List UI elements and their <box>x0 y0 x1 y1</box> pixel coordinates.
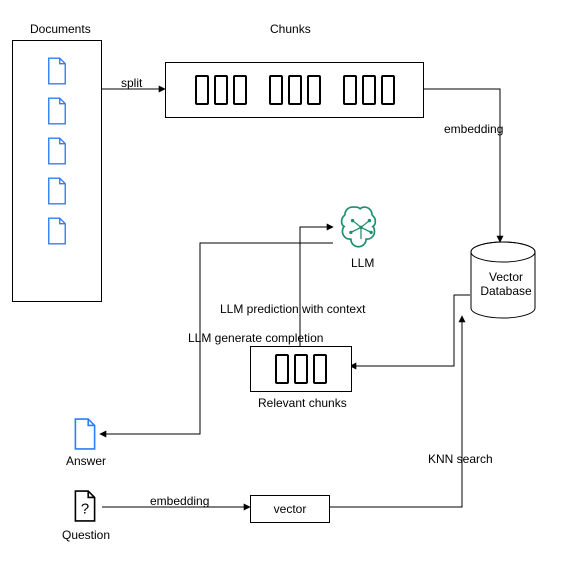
llm-gen-label: LLM generate completion <box>188 331 323 345</box>
chunk-group <box>269 75 321 105</box>
edge-db-to-chunks <box>350 295 470 366</box>
question-label: Question <box>62 528 110 542</box>
chunks-label: Chunks <box>270 22 311 36</box>
vector-db-label: Vector Database <box>480 270 532 299</box>
answer-document-icon <box>72 418 98 450</box>
llm-label: LLM <box>351 256 374 270</box>
chunk-group <box>275 354 327 384</box>
relevant-chunks-label: Relevant chunks <box>258 396 347 410</box>
chunks-box <box>165 62 424 118</box>
document-icon <box>46 177 68 205</box>
svg-text:?: ? <box>81 500 89 517</box>
document-icon <box>46 97 68 125</box>
embedding-bottom-label: embedding <box>150 494 209 508</box>
document-icon <box>46 217 68 245</box>
chunk-group <box>195 75 247 105</box>
document-icon <box>46 137 68 165</box>
edge-embedding-top <box>422 89 500 242</box>
edge-knn <box>328 316 462 507</box>
rag-diagram-canvas: Documents split Chunks embedding Vector … <box>0 0 561 581</box>
llm-pred-label: LLM prediction with context <box>220 302 365 316</box>
edge-pred-context <box>300 227 333 346</box>
vector-label: vector <box>274 502 307 516</box>
documents-label: Documents <box>30 22 91 36</box>
ai-brain-icon <box>334 202 388 256</box>
question-document-icon: ? <box>72 490 98 522</box>
documents-box <box>12 40 102 302</box>
knn-label: KNN search <box>428 452 493 466</box>
chunks-inner <box>166 63 423 117</box>
chunk-group <box>343 75 395 105</box>
embedding-top-label: embedding <box>444 122 503 136</box>
split-label: split <box>121 76 142 90</box>
documents-list <box>13 41 101 261</box>
relevant-chunks-box <box>250 346 352 392</box>
document-icon <box>46 57 68 85</box>
vector-box: vector <box>250 495 330 523</box>
answer-label: Answer <box>66 454 106 468</box>
